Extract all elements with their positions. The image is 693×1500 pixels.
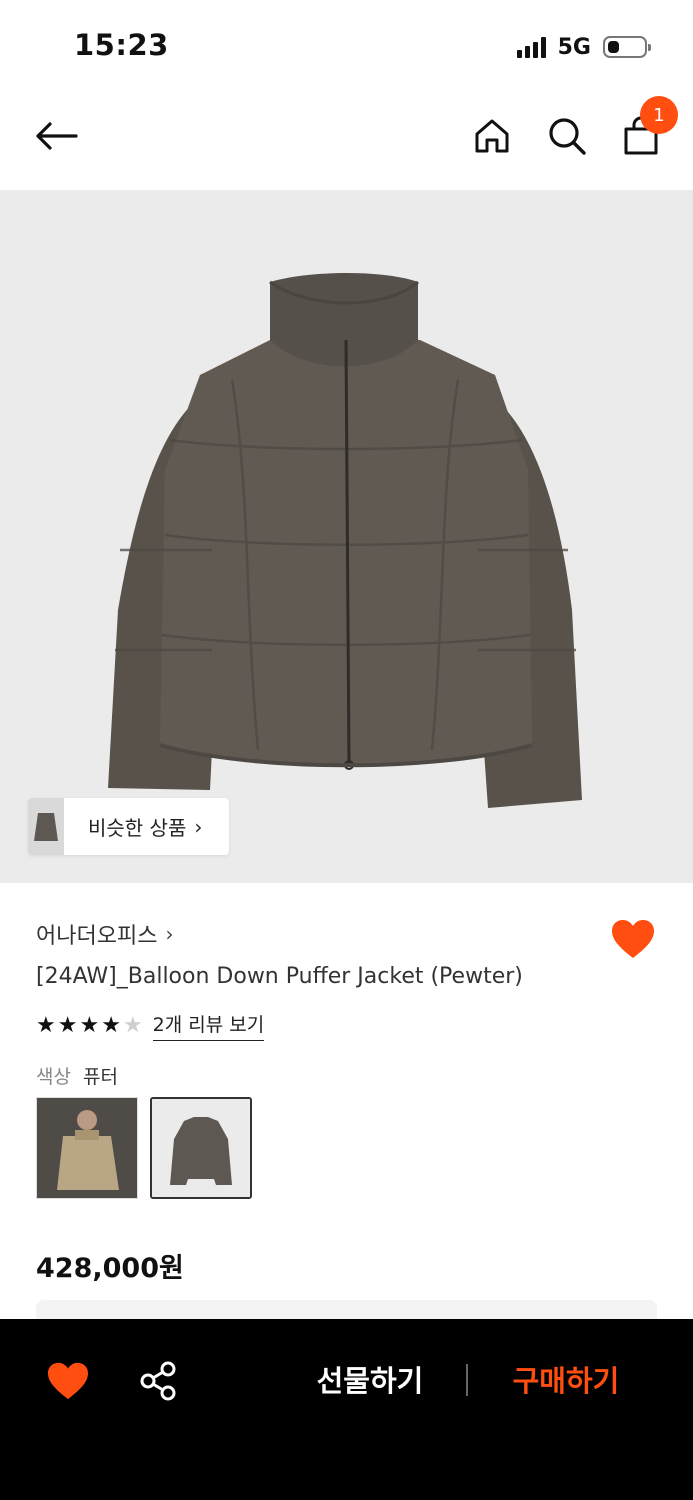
star-icon: ★ — [79, 1012, 100, 1038]
color-value: 퓨터 — [82, 1066, 118, 1088]
product-image[interactable] — [0, 190, 693, 883]
review-link[interactable]: 2개 리뷰 보기 — [152, 1010, 265, 1041]
signal-icon — [516, 36, 546, 58]
similar-products-button[interactable]: 비슷한 상품 › — [28, 798, 229, 855]
swatch-model-image — [37, 1098, 137, 1198]
brand-name: 어나더오피스 — [36, 924, 158, 949]
battery-level — [608, 41, 619, 53]
share-button[interactable] — [136, 1359, 180, 1403]
status-time: 15:23 — [74, 28, 169, 62]
share-icon — [140, 1361, 176, 1401]
similar-product-thumbnail — [28, 798, 64, 855]
back-button[interactable] — [32, 112, 80, 160]
brand-link[interactable]: 어나더오피스 › — [36, 918, 173, 950]
similar-products-label: 비슷한 상품 — [88, 816, 187, 840]
search-icon — [549, 118, 586, 155]
chevron-right-icon: › — [165, 922, 174, 946]
home-button[interactable] — [468, 112, 516, 160]
color-label: 색상 — [36, 1066, 71, 1088]
search-button[interactable] — [543, 112, 591, 160]
status-bar: 15:23 5G — [0, 0, 693, 92]
status-indicators: 5G — [516, 32, 651, 62]
heart-filled-icon — [48, 1362, 88, 1400]
product-price: 428,000원 — [36, 1253, 184, 1284]
product-detail-page: 15:23 5G 1 비슷한 상품 › 어나더오피스 › [24AW]_Ball… — [0, 0, 693, 1500]
color-swatch-beige[interactable] — [36, 1097, 138, 1199]
back-arrow-icon — [36, 122, 78, 150]
bottom-action-bar: 선물하기 구매하기 — [0, 1319, 693, 1500]
jacket-image — [108, 273, 582, 808]
color-row: 색상 퓨터 — [36, 1062, 118, 1089]
rating-row: ★ ★ ★ ★ ★ 2개 리뷰 보기 — [36, 1010, 265, 1041]
heart-filled-icon — [612, 920, 654, 958]
cart-count-badge: 1 — [640, 96, 678, 134]
jacket-thumbnail-icon — [34, 812, 58, 841]
swatch-jacket-image — [152, 1099, 250, 1197]
star-empty-icon: ★ — [122, 1012, 143, 1038]
network-type: 5G — [557, 34, 591, 60]
star-icon: ★ — [36, 1012, 56, 1038]
star-icon: ★ — [101, 1012, 121, 1038]
wishlist-button[interactable] — [610, 918, 656, 960]
top-nav — [0, 92, 693, 190]
color-swatch-pewter[interactable] — [150, 1097, 252, 1199]
wishlist-bottom-button[interactable] — [46, 1361, 90, 1401]
battery-icon — [603, 36, 651, 58]
chevron-right-icon: › — [194, 814, 203, 839]
star-icon: ★ — [57, 1012, 78, 1038]
home-icon — [475, 119, 509, 153]
rating-stars: ★ ★ ★ ★ ★ — [36, 1011, 143, 1041]
buy-button[interactable]: 구매하기 — [496, 1359, 636, 1403]
gift-button[interactable]: 선물하기 — [300, 1359, 440, 1403]
divider — [466, 1364, 468, 1396]
product-title: [24AW]_Balloon Down Puffer Jacket (Pewte… — [36, 964, 523, 989]
